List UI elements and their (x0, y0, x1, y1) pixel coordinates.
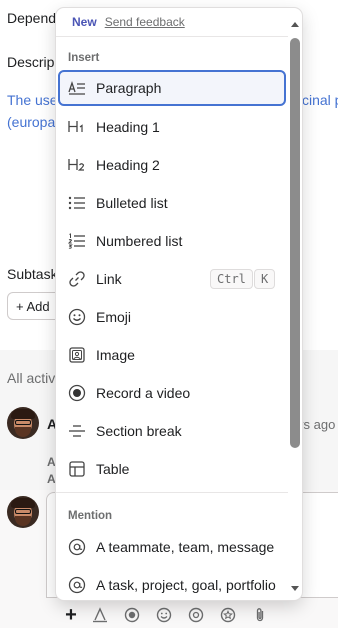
menu-item-mention-teammate[interactable]: A teammate, team, message (58, 529, 286, 565)
attachment-icon[interactable] (244, 602, 276, 628)
description-text-line2[interactable]: (europa (7, 114, 55, 130)
plus-icon[interactable]: + (58, 602, 84, 628)
divider (56, 36, 288, 37)
numbered-list-icon (68, 232, 86, 250)
scroll-thumb[interactable] (290, 38, 300, 448)
divider (56, 492, 288, 493)
comment-toolbar: + (58, 602, 276, 628)
dependencies-label: Depend (7, 10, 57, 26)
star-icon[interactable] (212, 602, 244, 628)
scroll-up-arrow-icon[interactable] (291, 22, 299, 27)
menu-item-heading-2[interactable]: Heading 2 (58, 147, 286, 183)
shortcut-ctrl: Ctrl (210, 269, 253, 289)
mention-icon[interactable] (180, 602, 212, 628)
plus-icon: + (16, 299, 27, 314)
menu-item-label: A teammate, team, message (96, 539, 275, 555)
insert-menu: New Send feedback Insert Paragraph Headi… (56, 8, 302, 600)
mention-section-title: Mention (68, 510, 113, 522)
description-label: Descrip (7, 54, 55, 70)
insert-section-title: Insert (68, 52, 100, 64)
menu-item-label: Record a video (96, 385, 191, 401)
record-icon[interactable] (116, 602, 148, 628)
menu-item-label: A task, project, goal, portfolio (96, 577, 276, 593)
at-icon (68, 538, 86, 556)
menu-header: New Send feedback (56, 8, 302, 36)
menu-item-label: Numbered list (96, 233, 183, 249)
menu-item-label: Table (96, 461, 130, 477)
menu-item-label: Bulleted list (96, 195, 168, 211)
emoji-icon[interactable] (148, 602, 180, 628)
add-subtask-label: Add (26, 299, 50, 314)
description-text-line1[interactable]: The use (7, 92, 58, 108)
menu-item-paragraph[interactable]: Paragraph (58, 70, 286, 106)
menu-item-record-video[interactable]: Record a video (58, 375, 286, 411)
avatar (7, 496, 39, 528)
heading1-icon (68, 118, 86, 136)
subtasks-label: Subtask (7, 266, 58, 282)
menu-item-label: Emoji (96, 309, 132, 325)
emoji-icon (68, 308, 86, 326)
menu-item-section-break[interactable]: Section break (58, 413, 286, 449)
link-icon (68, 270, 86, 288)
menu-item-label: Section break (96, 423, 182, 439)
bulleted-list-icon (68, 194, 86, 212)
menu-item-heading-1[interactable]: Heading 1 (58, 109, 286, 145)
comment-line1: A (47, 455, 56, 469)
record-icon (68, 384, 86, 402)
menu-item-label: Heading 1 (96, 119, 160, 135)
menu-item-mention-task[interactable]: A task, project, goal, portfolio (58, 567, 286, 600)
comment-line2: A (47, 472, 56, 486)
menu-item-label: Paragraph (96, 80, 162, 96)
paragraph-icon (68, 79, 86, 97)
menu-item-numbered-list[interactable]: Numbered list (58, 223, 286, 259)
menu-item-bulleted-list[interactable]: Bulleted list (58, 185, 286, 221)
comment-timestamp: ys ago (297, 417, 336, 432)
avatar[interactable] (7, 407, 39, 439)
heading2-icon (68, 156, 86, 174)
menu-item-label: Heading 2 (96, 157, 160, 173)
image-icon (68, 346, 86, 364)
at-icon (68, 576, 86, 594)
menu-item-label: Link (96, 271, 122, 287)
menu-item-table[interactable]: Table (58, 451, 286, 487)
menu-item-image[interactable]: Image (58, 337, 286, 373)
menu-scrollbar[interactable] (290, 16, 300, 594)
scroll-down-arrow-icon[interactable] (291, 586, 299, 591)
section-break-icon (68, 422, 86, 440)
shortcut-k: K (254, 269, 276, 289)
menu-item-link[interactable]: Link Ctrl K (58, 261, 286, 297)
menu-item-emoji[interactable]: Emoji (58, 299, 286, 335)
description-text-right[interactable]: cinal p (302, 92, 338, 108)
text-format-icon[interactable] (84, 602, 116, 628)
send-feedback-link[interactable]: Send feedback (105, 15, 185, 29)
new-badge: New (72, 15, 97, 29)
table-icon (68, 460, 86, 478)
menu-item-label: Image (96, 347, 135, 363)
all-activity-tab[interactable]: All activ (7, 370, 55, 386)
